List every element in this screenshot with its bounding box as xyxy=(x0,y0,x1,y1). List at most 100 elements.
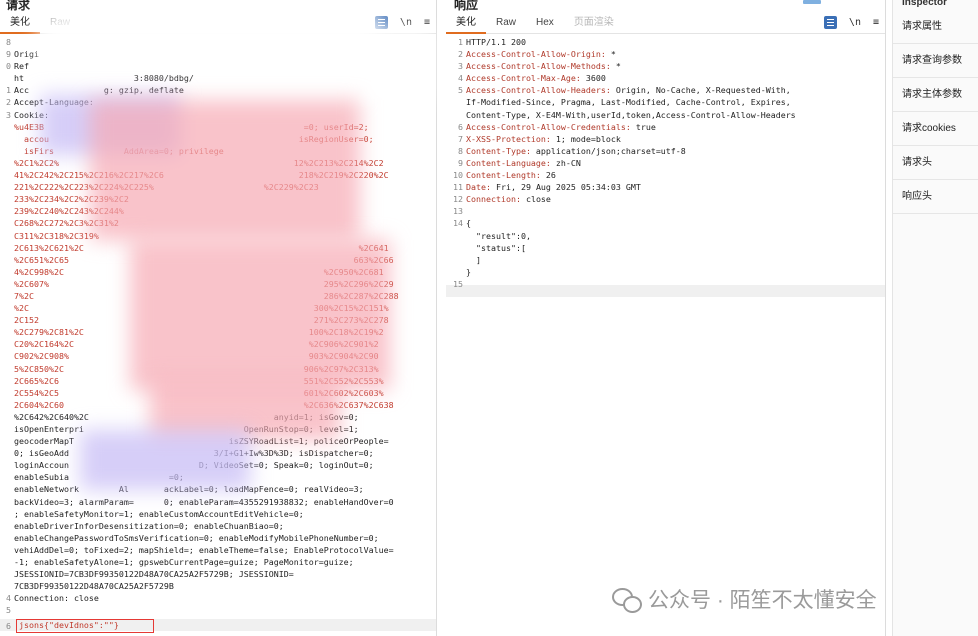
request-editor[interactable]: 8 9 Origi 0 Ref ht 3:8080/bdbg/1 Acc g: gzip, … xyxy=(0,36,436,636)
response-newline-toggle[interactable]: \n xyxy=(849,17,861,28)
line-text: 4%2C998%2C %2C950%2C681 xyxy=(14,266,384,277)
line-number: 5 xyxy=(6,605,11,616)
response-tab-hex[interactable]: Hex xyxy=(526,12,564,34)
inspector-item[interactable]: 请求主体参数 xyxy=(893,78,978,112)
code-line: -1; enableSafetyAlone=1; gpswebCurrentPa… xyxy=(0,556,436,568)
response-tab-pretty[interactable]: 美化 xyxy=(446,12,486,34)
line-number: 5 xyxy=(458,85,463,96)
header-value: "result":0, xyxy=(466,230,531,241)
request-format-icon[interactable] xyxy=(374,16,388,29)
inspector-item[interactable]: 请求cookies xyxy=(893,112,978,146)
inspector-list: 请求属性 请求查询参数 请求主体参数 请求cookies 请求头 响应头 xyxy=(893,10,978,214)
line-text: loginAccoun D; VideoSet=0; Speak=0; logi… xyxy=(14,460,374,471)
request-body-highlight-box xyxy=(16,619,154,633)
code-line: vehiAddDel=0; toFixed=2; mapShield=; ena… xyxy=(0,544,436,556)
response-editor[interactable]: 1 HTTP/1.1 200 2 Access-Control-Allow-Origi… xyxy=(452,36,885,636)
inspector-item[interactable]: 请求查询参数 xyxy=(893,44,978,78)
line-number: 3 xyxy=(6,109,11,120)
line-number: 9 xyxy=(6,49,11,60)
watermark: 公众号 · 陌笙不太懂安全 xyxy=(612,584,877,614)
line-text: accou isRegionUser=0; xyxy=(14,133,374,144)
response-tab-render[interactable]: 页面渲染 xyxy=(564,12,624,34)
response-menu-icon[interactable]: ≡ xyxy=(873,17,879,28)
line-number xyxy=(452,254,466,266)
line-text: %2C607% 295%2C296%2C29 xyxy=(14,278,394,289)
line-number xyxy=(0,532,14,544)
line-number xyxy=(0,72,14,84)
inspector-item[interactable]: 请求属性 xyxy=(893,10,978,44)
code-line: 11 Date: Fri, 29 Aug 2025 05:34:03 GMT xyxy=(452,181,885,193)
code-line: 2 Access-Control-Allow-Origin: * xyxy=(452,48,885,60)
header-value: HTTP/1.1 200 xyxy=(466,37,526,47)
code-line: 10 Content-Length: 26 xyxy=(452,169,885,181)
inspector-title: Inspector xyxy=(902,0,948,8)
response-indicator xyxy=(803,0,821,4)
header-name: Access-Control-Allow-Credentials: xyxy=(466,121,631,132)
code-line: 14{ xyxy=(452,217,885,229)
response-tab-raw[interactable]: Raw xyxy=(486,12,526,34)
code-line: 5 Access-Control-Allow-Headers: Origin, N… xyxy=(452,84,885,96)
code-line: 8 xyxy=(0,36,436,48)
line-text: enableSubia =0; xyxy=(14,472,184,483)
line-text: 7CB3DF99350122D48A70CA25A2F5729B xyxy=(14,581,174,592)
line-number xyxy=(0,580,14,592)
request-tab-raw[interactable]: Raw xyxy=(40,12,80,34)
code-line: 9 Content-Language: zh-CN xyxy=(452,157,885,169)
line-number: 4 xyxy=(6,593,11,604)
line-number: 13 xyxy=(453,206,463,217)
line-number xyxy=(0,399,14,411)
line-text: C268%2C272%2C3%2C31%2 xyxy=(14,218,119,229)
code-line: 5 xyxy=(0,604,436,616)
header-value: 1; mode=block xyxy=(550,133,621,144)
code-line: 239%2C240%2C243%2C244% xyxy=(0,205,436,217)
line-number xyxy=(0,387,14,399)
line-number xyxy=(0,193,14,205)
line-text: isOpenEnterpri OpenRunStop=0; level=1; xyxy=(14,424,359,434)
line-number xyxy=(0,121,14,133)
header-value: Content-Type, X-E4M-With,userId,token,Ac… xyxy=(466,109,796,120)
request-tab-pretty[interactable]: 美化 xyxy=(0,12,40,34)
request-newline-toggle[interactable]: \n xyxy=(400,17,412,28)
request-pane: 请求 美化 Raw \n ≡ 8 9 Origi 0 Ref ht 3:8080/bdbg… xyxy=(0,0,437,636)
inspector-item[interactable]: 请求头 xyxy=(893,146,978,180)
code-line: 3 Cookie: xyxy=(0,109,436,121)
code-line: ] xyxy=(452,254,885,266)
line-text: vehiAddDel=0; toFixed=2; mapShield=; ena… xyxy=(14,544,394,555)
code-line: 5%2C850%2C 906%2C97%2C313% xyxy=(0,363,436,375)
line-number xyxy=(0,290,14,302)
line-number xyxy=(0,435,14,447)
code-line: enableNetwork Al ackLabel=0; loadMapFenc… xyxy=(0,483,436,495)
line-number xyxy=(0,350,14,362)
line-text: isFirs AddArea=0; privilege xyxy=(14,145,224,156)
code-line: geocoderMapT isZSYRoadList=1; policeOrPe… xyxy=(0,435,436,447)
code-line: 2C604%2C60 %2C636%2C637%2C638 xyxy=(0,399,436,411)
inspector-item[interactable]: 响应头 xyxy=(893,180,978,214)
header-value: } xyxy=(466,266,471,277)
watermark-text: 公众号 · 陌笙不太懂安全 xyxy=(648,589,877,612)
line-text: 2C665%2C6 551%2C552%2C553% xyxy=(14,375,384,386)
line-number: 10 xyxy=(453,170,463,181)
line-text: 41%2C242%2C215%2C216%2C217%2C6 218%2C219… xyxy=(14,170,389,181)
code-line: ht 3:8080/bdbg/ xyxy=(0,72,436,84)
response-tabbar: 美化 Raw Hex 页面渲染 \n ≡ xyxy=(446,12,885,34)
code-line: 4 Access-Control-Max-Age: 3600 xyxy=(452,72,885,84)
header-name: Content-Type: xyxy=(466,145,531,156)
line-number xyxy=(0,326,14,338)
header-name: Content-Language: xyxy=(466,157,551,168)
code-line: enableDriverInforDesensitization=0; enab… xyxy=(0,520,436,532)
code-line: 2C152 271%2C273%2C278 xyxy=(0,314,436,326)
header-value: 3600 xyxy=(580,73,606,84)
request-menu-icon[interactable]: ≡ xyxy=(424,17,430,28)
code-line: 7CB3DF99350122D48A70CA25A2F5729B xyxy=(0,580,436,592)
line-text: -1; enableSafetyAlone=1; gpswebCurrentPa… xyxy=(14,557,354,568)
header-name: Access-Control-Allow-Headers: xyxy=(466,85,611,96)
line-text: enableNetwork Al ackLabel=0; loadMapFenc… xyxy=(14,484,364,495)
response-pane: 响应 美化 Raw Hex 页面渲染 \n ≡ 1 HTTP/1.1 200 2 Ac… xyxy=(446,0,886,636)
line-number xyxy=(0,278,14,290)
line-text: 5%2C850%2C 906%2C97%2C313% xyxy=(14,363,379,374)
line-text: JSESSIONID=7CB3DF99350122D48A70CA25A2F57… xyxy=(14,569,294,580)
line-number xyxy=(452,266,466,278)
response-format-icon[interactable] xyxy=(823,16,837,29)
line-number: 7 xyxy=(458,133,463,144)
code-line: 2 Accept-Language: xyxy=(0,96,436,108)
